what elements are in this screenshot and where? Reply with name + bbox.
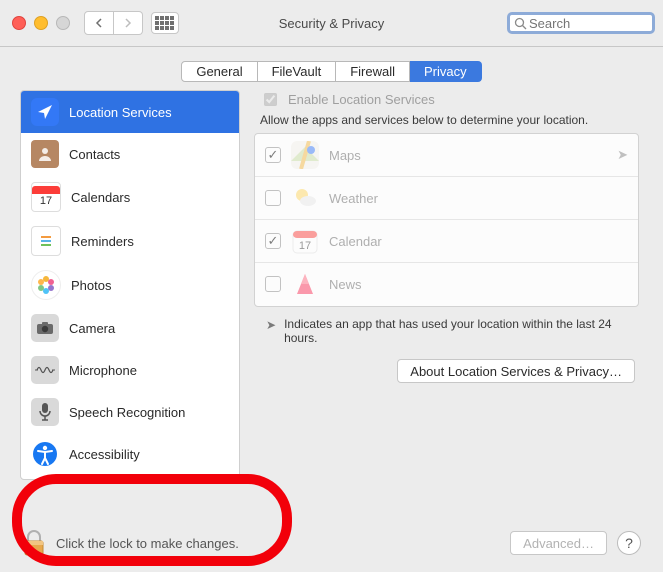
camera-icon — [31, 314, 59, 342]
sidebar-item-accessibility[interactable]: Accessibility — [21, 433, 239, 475]
sidebar-item-reminders[interactable]: Reminders — [21, 219, 239, 263]
svg-text:17: 17 — [299, 240, 311, 252]
news-app-icon — [291, 270, 319, 298]
titlebar: Security & Privacy — [0, 0, 663, 47]
sidebar-item-photos[interactable]: Photos — [21, 263, 239, 307]
calendar-icon: 17 — [31, 182, 61, 212]
search-icon — [514, 17, 527, 30]
app-row-maps: ✓ Maps ➤ — [255, 134, 638, 177]
sidebar-item-camera[interactable]: Camera — [21, 307, 239, 349]
forward-button[interactable] — [114, 11, 143, 35]
app-checkbox — [265, 276, 281, 292]
app-label: Maps — [329, 148, 361, 163]
sidebar-item-label: Location Services — [69, 105, 172, 120]
weather-app-icon — [291, 184, 319, 212]
tab-firewall[interactable]: Firewall — [336, 61, 410, 82]
close-window-button[interactable] — [12, 16, 26, 30]
tab-privacy[interactable]: Privacy — [410, 61, 482, 82]
app-list: ✓ Maps ➤ Weather ✓ 17 Calendar News — [254, 133, 639, 307]
app-checkbox: ✓ — [265, 233, 281, 249]
enable-location-label: Enable Location Services — [288, 92, 435, 107]
sidebar-item-label: Contacts — [69, 147, 120, 162]
contacts-icon — [31, 140, 59, 168]
sidebar-item-label: Photos — [71, 278, 111, 293]
app-label: Weather — [329, 191, 378, 206]
help-label: ? — [625, 535, 633, 551]
sidebar-item-label: Speech Recognition — [69, 405, 185, 420]
sidebar-item-label: Camera — [69, 321, 115, 336]
preferences-window: Security & Privacy GeneralFileVaultFirew… — [0, 0, 663, 572]
advanced-button-label: Advanced… — [523, 536, 594, 551]
sidebar-item-label: Calendars — [71, 190, 130, 205]
sidebar-item-label: Reminders — [71, 234, 134, 249]
about-button[interactable]: About Location Services & Privacy… — [397, 359, 635, 383]
location-arrow-icon: ➤ — [266, 318, 276, 345]
search-field[interactable] — [507, 12, 655, 34]
sidebar-item-microphone[interactable]: Microphone — [21, 349, 239, 391]
app-checkbox: ✓ — [265, 147, 281, 163]
chevron-right-icon — [124, 18, 132, 28]
tab-general[interactable]: General — [181, 61, 257, 82]
enable-location-checkbox — [264, 93, 277, 106]
app-checkbox — [265, 190, 281, 206]
pane-tabs: GeneralFileVaultFirewallPrivacy — [0, 61, 663, 82]
reminders-icon — [31, 226, 61, 256]
app-row-weather: Weather — [255, 177, 638, 220]
search-input[interactable] — [527, 15, 648, 32]
sidebar-item-label: Accessibility — [69, 447, 140, 462]
location-icon — [31, 98, 59, 126]
app-label: Calendar — [329, 234, 382, 249]
back-button[interactable] — [84, 11, 114, 35]
maps-app-icon — [291, 141, 319, 169]
sidebar-item-speech[interactable]: Speech Recognition — [21, 391, 239, 433]
detail-pane: Enable Location Services Allow the apps … — [250, 90, 643, 480]
app-row-news: News — [255, 263, 638, 305]
speech-icon — [31, 398, 59, 426]
accessibility-icon — [31, 440, 59, 468]
app-row-calendar: ✓ 17 Calendar — [255, 220, 638, 263]
recent-location-icon: ➤ — [617, 147, 628, 163]
sidebar-item-location[interactable]: Location Services — [21, 91, 239, 133]
recent-usage-note: ➤ Indicates an app that has used your lo… — [250, 307, 643, 349]
about-button-label: About Location Services & Privacy… — [410, 364, 622, 379]
help-button[interactable]: ? — [617, 531, 641, 555]
photos-icon — [31, 270, 61, 300]
tab-filevault[interactable]: FileVault — [258, 61, 337, 82]
sidebar-item-label: Microphone — [69, 363, 137, 378]
microphone-icon — [31, 356, 59, 384]
calendar-app-icon: 17 — [291, 227, 319, 255]
nav-buttons — [84, 11, 143, 35]
privacy-sidebar[interactable]: Location Services Contacts 17 Calendars Remi… — [20, 90, 240, 480]
detail-hint: Allow the apps and services below to det… — [250, 111, 643, 133]
window-controls — [12, 16, 70, 30]
lock-text: Click the lock to make changes. — [56, 536, 239, 551]
lock-control[interactable]: Click the lock to make changes. — [22, 530, 239, 556]
sidebar-item-contacts[interactable]: Contacts — [21, 133, 239, 175]
zoom-window-button[interactable] — [56, 16, 70, 30]
chevron-left-icon — [95, 18, 103, 28]
lock-icon — [22, 530, 46, 556]
app-label: News — [329, 277, 362, 292]
enable-location-row: Enable Location Services — [250, 90, 643, 111]
footer: Click the lock to make changes. Advanced… — [0, 514, 663, 572]
advanced-button: Advanced… — [510, 531, 607, 555]
recent-usage-text: Indicates an app that has used your loca… — [284, 317, 627, 345]
content-area: Location Services Contacts 17 Calendars Remi… — [20, 90, 643, 502]
show-all-button[interactable] — [151, 12, 179, 34]
sidebar-item-calendar[interactable]: 17 Calendars — [21, 175, 239, 219]
minimize-window-button[interactable] — [34, 16, 48, 30]
